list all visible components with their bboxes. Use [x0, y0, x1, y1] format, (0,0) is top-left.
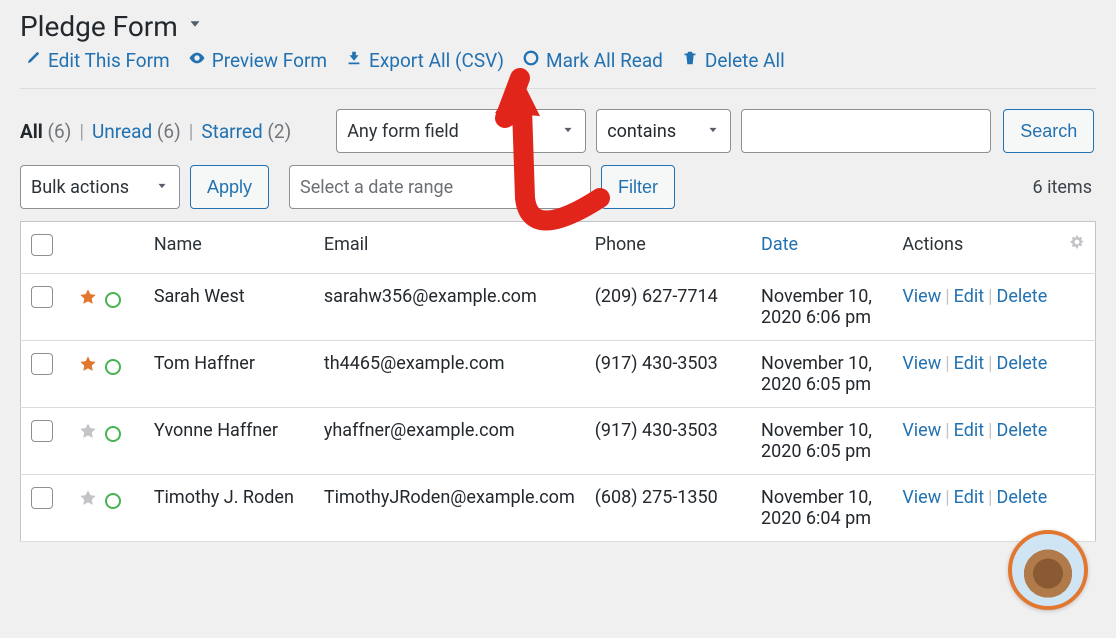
cell-actions: View|Edit|Delete — [892, 408, 1095, 475]
cell-actions: View|Edit|Delete — [892, 475, 1095, 542]
mark-read-label: Mark All Read — [546, 49, 663, 72]
read-indicator-icon[interactable] — [105, 359, 121, 375]
export-all-link[interactable]: Export All (CSV) — [345, 49, 504, 72]
star-icon[interactable] — [79, 422, 97, 445]
top-action-bar: Edit This Form Preview Form Export All (… — [20, 45, 1096, 88]
filter-starred-count: (2) — [267, 120, 291, 143]
view-link[interactable]: View — [902, 353, 941, 374]
read-indicator-icon[interactable] — [105, 426, 121, 442]
table-row: Sarah West sarahw356@example.com (209) 6… — [21, 274, 1096, 341]
select-all-checkbox[interactable] — [31, 234, 53, 256]
delete-all-label: Delete All — [705, 49, 785, 72]
edit-link[interactable]: Edit — [954, 286, 984, 307]
delete-all-link[interactable]: Delete All — [681, 49, 785, 72]
cell-phone: (917) 430-3503 — [585, 408, 751, 475]
page-title: Pledge Form — [20, 10, 178, 43]
delete-link[interactable]: Delete — [997, 487, 1048, 508]
chevron-down-icon — [706, 121, 720, 142]
delete-link[interactable]: Delete — [997, 286, 1048, 307]
cell-email: yhaffner@example.com — [314, 408, 585, 475]
mark-read-link[interactable]: Mark All Read — [522, 49, 663, 72]
filter-starred[interactable]: Starred — [201, 120, 262, 143]
export-all-label: Export All (CSV) — [369, 49, 504, 72]
status-filters: All (6) | Unread (6) | Starred (2) — [20, 120, 291, 143]
filter-unread-count: (6) — [157, 120, 181, 143]
cell-date: November 10, 2020 6:04 pm — [751, 475, 892, 542]
col-name[interactable]: Name — [144, 222, 314, 274]
edit-form-label: Edit This Form — [48, 49, 170, 72]
edit-link[interactable]: Edit — [954, 487, 984, 508]
apply-button[interactable]: Apply — [190, 165, 269, 209]
filter-unread[interactable]: Unread — [92, 120, 152, 143]
cell-email: TimothyJRoden@example.com — [314, 475, 585, 542]
cell-date: November 10, 2020 6:06 pm — [751, 274, 892, 341]
field-select[interactable]: Any form field — [336, 109, 586, 153]
col-phone[interactable]: Phone — [585, 222, 751, 274]
search-button[interactable]: Search — [1003, 109, 1094, 153]
circle-icon — [522, 49, 540, 72]
edit-link[interactable]: Edit — [954, 420, 984, 441]
delete-link[interactable]: Delete — [997, 420, 1048, 441]
filter-all[interactable]: All — [20, 120, 43, 143]
delete-link[interactable]: Delete — [997, 353, 1048, 374]
field-select-value: Any form field — [347, 121, 459, 142]
cell-actions: View|Edit|Delete — [892, 274, 1095, 341]
preview-form-link[interactable]: Preview Form — [188, 49, 327, 72]
read-indicator-icon[interactable] — [105, 292, 121, 308]
chevron-down-icon[interactable] — [186, 15, 204, 38]
edit-form-link[interactable]: Edit This Form — [24, 49, 170, 72]
help-mascot-button[interactable] — [1008, 530, 1088, 610]
export-icon — [345, 49, 363, 72]
chevron-down-icon — [155, 177, 169, 198]
row-checkbox[interactable] — [31, 286, 53, 308]
condition-select[interactable]: contains — [596, 109, 731, 153]
star-icon[interactable] — [79, 489, 97, 512]
entries-table: Name Email Phone Date Actions Sarah West… — [20, 221, 1096, 542]
filter-button[interactable]: Filter — [601, 165, 675, 209]
chevron-down-icon — [561, 121, 575, 142]
edit-link[interactable]: Edit — [954, 353, 984, 374]
date-range-input[interactable]: Select a date range — [289, 165, 591, 209]
cell-date: November 10, 2020 6:05 pm — [751, 408, 892, 475]
col-email[interactable]: Email — [314, 222, 585, 274]
table-row: Timothy J. Roden TimothyJRoden@example.c… — [21, 475, 1096, 542]
col-actions: Actions — [892, 222, 1059, 274]
row-checkbox[interactable] — [31, 353, 53, 375]
cell-date: November 10, 2020 6:05 pm — [751, 341, 892, 408]
view-link[interactable]: View — [902, 286, 941, 307]
items-count: 6 items — [1033, 177, 1096, 198]
view-link[interactable]: View — [902, 487, 941, 508]
cell-email: th4465@example.com — [314, 341, 585, 408]
eye-icon — [188, 49, 206, 72]
row-checkbox[interactable] — [31, 487, 53, 509]
cell-name: Timothy J. Roden — [144, 475, 314, 542]
bulk-action-value: Bulk actions — [31, 177, 129, 198]
preview-form-label: Preview Form — [212, 49, 327, 72]
row-checkbox[interactable] — [31, 420, 53, 442]
cell-name: Tom Haffner — [144, 341, 314, 408]
pencil-icon — [24, 49, 42, 72]
table-row: Tom Haffner th4465@example.com (917) 430… — [21, 341, 1096, 408]
cell-email: sarahw356@example.com — [314, 274, 585, 341]
cell-actions: View|Edit|Delete — [892, 341, 1095, 408]
col-date[interactable]: Date — [751, 222, 892, 274]
star-icon[interactable] — [79, 355, 97, 378]
cell-phone: (209) 627-7714 — [585, 274, 751, 341]
bulk-action-select[interactable]: Bulk actions — [20, 165, 180, 209]
read-indicator-icon[interactable] — [105, 493, 121, 509]
cell-name: Sarah West — [144, 274, 314, 341]
gear-icon[interactable] — [1069, 234, 1085, 255]
search-value-input[interactable] — [741, 109, 991, 153]
filter-all-count: (6) — [48, 120, 72, 143]
cell-phone: (917) 430-3503 — [585, 341, 751, 408]
star-icon[interactable] — [79, 288, 97, 311]
table-row: Yvonne Haffner yhaffner@example.com (917… — [21, 408, 1096, 475]
view-link[interactable]: View — [902, 420, 941, 441]
trash-icon — [681, 49, 699, 72]
date-range-placeholder: Select a date range — [300, 177, 453, 198]
cell-phone: (608) 275-1350 — [585, 475, 751, 542]
condition-select-value: contains — [607, 121, 676, 142]
cell-name: Yvonne Haffner — [144, 408, 314, 475]
